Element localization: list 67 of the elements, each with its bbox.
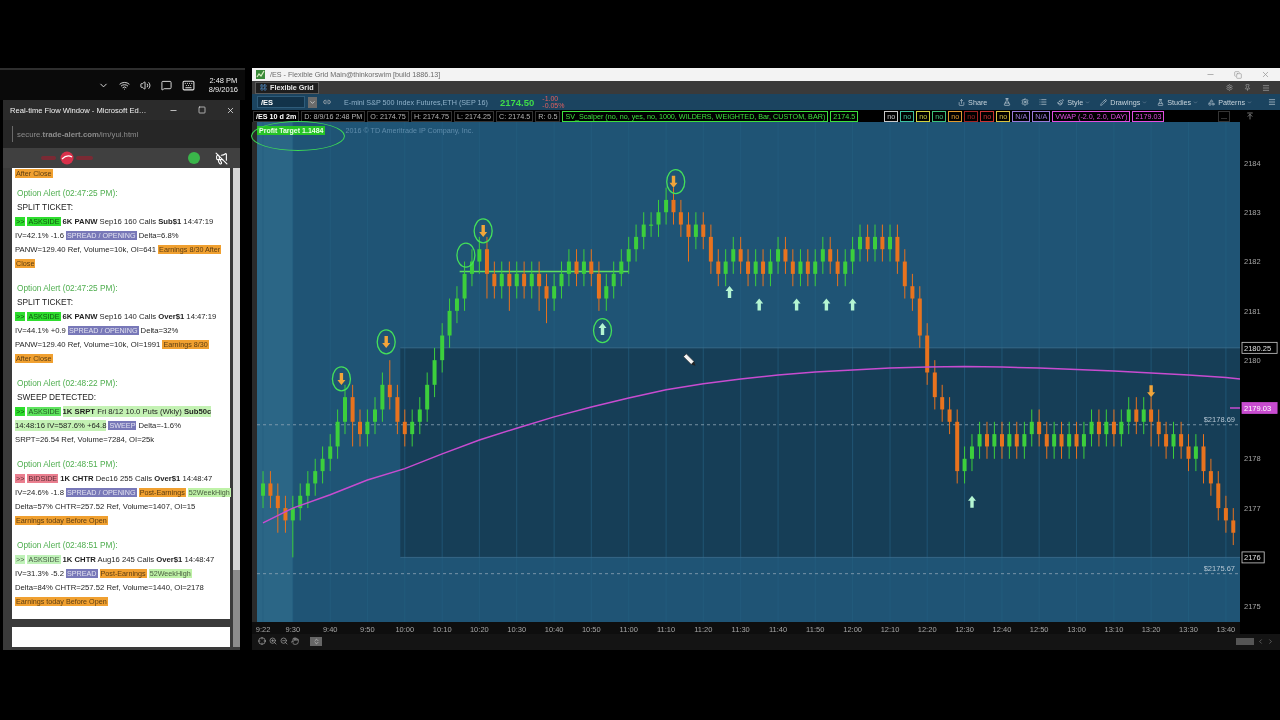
- share-icon: [958, 98, 966, 106]
- zoom-out-icon[interactable]: [280, 637, 288, 645]
- paintbrush-icon: [1057, 98, 1065, 106]
- shapes-icon: [1208, 98, 1216, 106]
- maximize-icon[interactable]: [198, 106, 206, 114]
- alert-title: Option Alert (02:47:25 PM):: [16, 282, 119, 295]
- symbol-dropdown-button[interactable]: [308, 96, 317, 108]
- chevron-left-icon[interactable]: [1257, 637, 1264, 645]
- grid-icon: [260, 84, 267, 91]
- alert-title: Option Alert (02:48:51 PM):: [16, 458, 119, 471]
- flask-icon: [1157, 98, 1165, 106]
- price-level-line: [1229, 407, 1241, 409]
- chevron-right-icon[interactable]: [1267, 637, 1274, 645]
- up-arrow-icon: [725, 286, 734, 299]
- app-icon: [256, 70, 265, 79]
- menu-icon[interactable]: [1268, 98, 1276, 106]
- down-arrow-icon: [337, 372, 346, 385]
- down-arrow-icon: [669, 175, 678, 188]
- close-icon[interactable]: [226, 105, 235, 115]
- up-arrow-icon: [848, 298, 857, 311]
- settings-icon[interactable]: [1226, 84, 1233, 91]
- crosshair-icon[interactable]: [258, 637, 266, 645]
- hand-drawn-circle: [456, 242, 476, 268]
- alert-title: Option Alert (02:48:51 PM):: [16, 539, 119, 552]
- alert-title: Option Alert (02:48:22 PM):: [16, 377, 119, 390]
- alert-headline: SPLIT TICKET:: [16, 201, 74, 214]
- hand-drawn-circle: [331, 366, 352, 392]
- status-dot: [188, 152, 200, 164]
- hand-icon[interactable]: [291, 637, 299, 645]
- keyboard-icon[interactable]: [181, 78, 195, 92]
- pencil-cursor-icon: [683, 353, 696, 366]
- alert-headline: SPLIT TICKET:: [16, 296, 74, 309]
- menu-icon[interactable]: [1262, 83, 1270, 92]
- zoom-in-icon[interactable]: [269, 637, 277, 645]
- down-arrow-icon: [1147, 385, 1156, 398]
- pin-icon[interactable]: [1244, 84, 1251, 91]
- pencil-icon: [1100, 98, 1108, 106]
- up-arrow-icon: [598, 323, 607, 336]
- scrollbar[interactable]: [233, 168, 240, 647]
- hand-drawn-circle: [592, 317, 613, 344]
- input-field[interactable]: [12, 627, 230, 647]
- wifi-icon[interactable]: [118, 79, 130, 91]
- alert-title: Option Alert (02:47:25 PM):: [16, 187, 119, 200]
- logo-icon: [41, 151, 93, 165]
- down-arrow-icon: [479, 225, 488, 237]
- settings-icon[interactable]: [1021, 98, 1030, 106]
- caret-icon: [309, 98, 316, 106]
- up-arrow-icon: [968, 495, 976, 508]
- hand-drawn-circle: [666, 169, 686, 195]
- hand-drawn-circle: [376, 329, 396, 355]
- up-arrow-icon: [792, 298, 801, 311]
- scroll-thumb[interactable]: [1236, 637, 1254, 645]
- link-icon[interactable]: [323, 98, 331, 106]
- megaphone-off-icon[interactable]: [215, 151, 228, 165]
- speaker-icon[interactable]: [139, 79, 151, 91]
- up-arrow-icon: [755, 298, 764, 311]
- list-icon[interactable]: [1039, 98, 1048, 106]
- hand-drawn-circle: [473, 218, 493, 244]
- message-icon[interactable]: [160, 79, 172, 91]
- up-arrow-icon: [822, 298, 831, 311]
- collapse-icon[interactable]: [1246, 112, 1254, 120]
- alert-headline: SWEEP DETECTED:: [16, 391, 98, 404]
- up-down-icon: [312, 637, 320, 645]
- flask-icon[interactable]: [1003, 98, 1012, 106]
- last-price: 2174.50: [499, 96, 535, 108]
- expand-button[interactable]: [310, 636, 322, 646]
- down-arrow-icon: [382, 335, 391, 348]
